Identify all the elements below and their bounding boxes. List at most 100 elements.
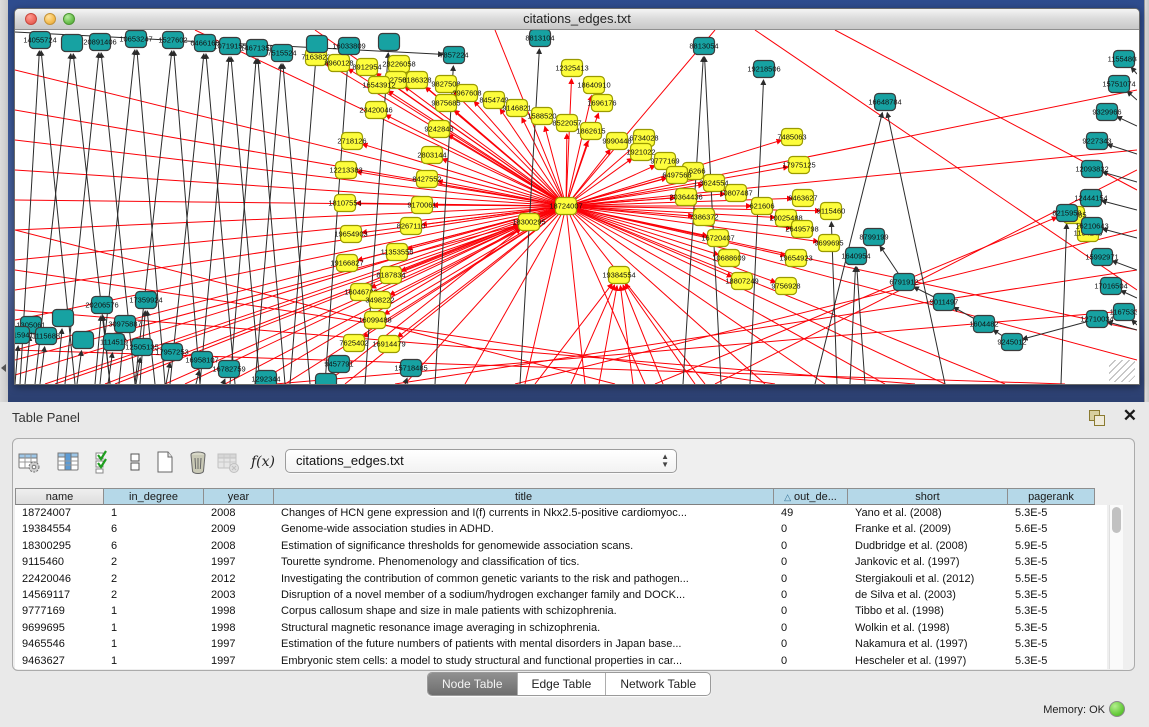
column-header-pagerank[interactable]: pagerank	[1008, 488, 1095, 505]
graph-node[interactable]: 15992971	[1085, 249, 1118, 266]
table-settings-icon[interactable]	[17, 450, 41, 474]
graph-node[interactable]: 1115688	[32, 328, 60, 345]
cell-name[interactable]: 9699695	[15, 620, 104, 636]
graph-node[interactable]: 9329966	[1092, 104, 1121, 121]
graph-node[interactable]	[379, 34, 400, 51]
cell-pagerank[interactable]: 5.3E-5	[1008, 653, 1095, 669]
graph-node[interactable]: 19166827	[330, 255, 363, 272]
window-resize-grip[interactable]	[1109, 360, 1135, 382]
table-row[interactable]: 977716911998Corpus callosum shape and si…	[15, 603, 1107, 619]
graph-node[interactable]: 8215958	[1052, 205, 1081, 222]
select-rows-icon[interactable]	[93, 450, 117, 474]
graph-node[interactable]	[307, 36, 328, 53]
cell-title[interactable]: Structural magnetic resonance image aver…	[274, 620, 774, 636]
table-row[interactable]: 2242004622012Investigating the contribut…	[15, 571, 1107, 587]
cell-in_degree[interactable]: 2	[104, 571, 204, 587]
cell-in_degree[interactable]: 1	[104, 505, 204, 521]
cell-out_de[interactable]: 0	[774, 571, 848, 587]
cell-pagerank[interactable]: 5.3E-5	[1008, 554, 1095, 570]
graph-node[interactable]: 2803144	[417, 147, 446, 164]
tab-node-table[interactable]: Node Table	[428, 673, 518, 695]
graph-node[interactable]: 18807249	[725, 273, 758, 290]
graph-node[interactable]: 1114519	[100, 334, 128, 351]
cell-in_degree[interactable]: 1	[104, 603, 204, 619]
right-splitter[interactable]	[1144, 0, 1149, 402]
table-row[interactable]: 1938455462009Genome-wide association stu…	[15, 521, 1107, 537]
graph-node[interactable]: 9875685	[431, 95, 460, 112]
graph-node[interactable]: 2718126	[337, 133, 366, 150]
cell-name[interactable]: 18300295	[15, 538, 104, 554]
column-header-short[interactable]: short	[848, 488, 1008, 505]
table-row[interactable]: 1456911722003Disruption of a novel membe…	[15, 587, 1107, 603]
graph-node[interactable]: 9463627	[788, 190, 817, 207]
cell-name[interactable]: 14569117	[15, 587, 104, 603]
cell-year[interactable]: 2008	[204, 538, 274, 554]
graph-node[interactable]: 12213383	[329, 162, 362, 179]
graph-node[interactable]	[53, 310, 74, 327]
cell-short[interactable]: Nakamura et al. (1997)	[848, 636, 1008, 652]
cell-name[interactable]: 22420046	[15, 571, 104, 587]
cell-year[interactable]: 2012	[204, 571, 274, 587]
column-header-year[interactable]: year	[204, 488, 274, 505]
cell-title[interactable]: Investigating the contribution of common…	[274, 571, 774, 587]
graph-node[interactable]: 12093832	[1075, 161, 1108, 178]
graph-node[interactable]	[316, 374, 337, 385]
graph-node[interactable]: 9457791	[324, 356, 353, 373]
graph-node[interactable]: 9756928	[771, 278, 800, 295]
cell-in_degree[interactable]: 2	[104, 554, 204, 570]
cell-name[interactable]: 9777169	[15, 603, 104, 619]
graph-node[interactable]: 3498222	[365, 292, 394, 309]
cell-out_de[interactable]: 49	[774, 505, 848, 521]
graph-node[interactable]: 16033809	[332, 38, 365, 55]
cell-pagerank[interactable]: 5.5E-5	[1008, 571, 1095, 587]
graph-node[interactable]: 1527602	[158, 32, 187, 49]
close-window-icon[interactable]	[25, 13, 37, 25]
table-row[interactable]: 1830029562008Estimation of significance …	[15, 538, 1107, 554]
graph-node[interactable]: 9170061	[407, 197, 436, 214]
graph-node[interactable]: 20206576	[85, 297, 118, 314]
left-splitter[interactable]	[0, 0, 8, 402]
table-row[interactable]: 946362711997Embryonic stem cells: a mode…	[15, 653, 1107, 669]
graph-node[interactable]: 9227343	[1082, 133, 1111, 150]
graph-node[interactable]: 17975125	[782, 157, 815, 174]
graph-node[interactable]: 1640954	[841, 248, 870, 265]
graph-node[interactable]: 9245012	[997, 334, 1026, 351]
function-builder-icon[interactable]: f(x)	[251, 450, 281, 474]
cell-year[interactable]: 2008	[204, 505, 274, 521]
cell-name[interactable]: 18724007	[15, 505, 104, 521]
cell-in_degree[interactable]: 6	[104, 538, 204, 554]
cell-in_degree[interactable]: 1	[104, 653, 204, 669]
graph-node[interactable]: 16648784	[868, 94, 901, 111]
graph-node[interactable]: 8187834	[376, 267, 405, 284]
graph-node[interactable]: 7386372	[689, 209, 718, 226]
graph-node[interactable]: 19384554	[602, 267, 635, 284]
table-row[interactable]: 1872400712008Changes of HCN gene express…	[15, 505, 1107, 521]
graph-node[interactable]: 8267110	[397, 218, 426, 235]
cell-in_degree[interactable]: 2	[104, 587, 204, 603]
graph-node[interactable]: 1862615	[576, 123, 605, 140]
memory-ok-led-icon[interactable]	[1109, 701, 1125, 717]
graph-node[interactable]: 9242848	[424, 121, 453, 138]
cell-year[interactable]: 2003	[204, 587, 274, 603]
graph-node[interactable]: 20364436	[669, 189, 702, 206]
graph-node[interactable]: 8813054	[689, 38, 718, 55]
graph-node[interactable]: 8427552	[412, 171, 441, 188]
collapse-left-icon[interactable]	[1, 364, 6, 372]
tab-network-table[interactable]: Network Table	[606, 673, 710, 695]
graph-node[interactable]: 19218506	[747, 61, 780, 78]
citation-network-graph[interactable]: 7163822896012889129542322605898275051654…	[15, 30, 1137, 384]
cell-short[interactable]: Yano et al. (2008)	[848, 505, 1008, 521]
column-header-out_de[interactable]: △out_de...	[774, 488, 848, 505]
minimize-window-icon[interactable]	[44, 13, 56, 25]
cell-out_de[interactable]: 0	[774, 636, 848, 652]
cell-year[interactable]: 1997	[204, 554, 274, 570]
table-selector-dropdown[interactable]: citations_edges.txt ▲▼	[285, 449, 677, 473]
cell-year[interactable]: 1998	[204, 620, 274, 636]
table-row[interactable]: 969969511998Structural magnetic resonanc…	[15, 620, 1107, 636]
graph-node[interactable]: 9011497	[930, 294, 959, 311]
graph-node[interactable]: 1292344	[251, 371, 280, 385]
table-scrollbar-thumb[interactable]	[1112, 507, 1121, 533]
graph-node[interactable]: 18640910	[577, 77, 610, 94]
graph-node[interactable]: 12710034	[1080, 311, 1113, 328]
graph-node[interactable]: 10653247	[119, 31, 152, 48]
